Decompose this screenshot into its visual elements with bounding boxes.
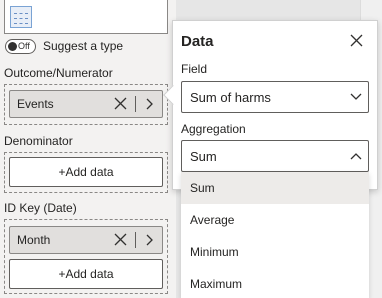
aggregation-label: Aggregation xyxy=(181,122,246,136)
remove-field-icon[interactable] xyxy=(114,97,127,110)
chevron-down-icon xyxy=(350,93,362,100)
id-key-section-label: ID Key (Date) xyxy=(4,201,77,215)
aggregation-dropdown[interactable]: Sum xyxy=(181,140,369,172)
field-label: Field xyxy=(181,62,208,76)
field-dropdown-value: Sum of harms xyxy=(190,90,271,105)
option-label: Minimum xyxy=(190,245,239,259)
outcome-field-name: Events xyxy=(17,97,54,111)
outcome-section-label: Outcome/Numerator xyxy=(4,66,113,80)
option-average[interactable]: Average xyxy=(181,204,369,236)
suggest-type-label: Suggest a type xyxy=(43,39,124,53)
option-label: Maximum xyxy=(190,277,243,291)
field-dropdown[interactable]: Sum of harms xyxy=(181,81,369,113)
close-icon[interactable] xyxy=(350,34,363,47)
suggest-type-toggle[interactable]: Off xyxy=(5,39,36,54)
chart-type-icon[interactable] xyxy=(10,6,32,28)
panel-title: Data xyxy=(181,33,214,50)
denominator-section-label: Denominator xyxy=(4,134,73,148)
denominator-add-data-button[interactable]: +Add data xyxy=(9,157,163,187)
option-label: Sum xyxy=(190,181,215,195)
pill-separator xyxy=(135,232,136,248)
id-key-field-pill[interactable]: Month xyxy=(9,226,163,254)
chevron-up-icon xyxy=(350,153,362,160)
chevron-right-icon[interactable] xyxy=(144,98,154,110)
id-key-add-data-button[interactable]: +Add data xyxy=(9,259,163,289)
aggregation-options-list: Sum Average Minimum Maximum xyxy=(181,172,369,298)
aggregation-dropdown-value: Sum xyxy=(190,149,217,164)
option-maximum[interactable]: Maximum xyxy=(181,268,369,298)
chevron-right-icon[interactable] xyxy=(144,234,154,246)
id-key-field-name: Month xyxy=(17,233,51,247)
remove-field-icon[interactable] xyxy=(114,233,127,246)
pill-separator xyxy=(135,96,136,112)
toggle-state-text: Off xyxy=(18,41,30,51)
outcome-field-pill[interactable]: Events xyxy=(9,90,163,118)
option-sum[interactable]: Sum xyxy=(181,172,369,204)
toggle-knob xyxy=(8,42,17,51)
option-label: Average xyxy=(190,213,235,227)
option-minimum[interactable]: Minimum xyxy=(181,236,369,268)
